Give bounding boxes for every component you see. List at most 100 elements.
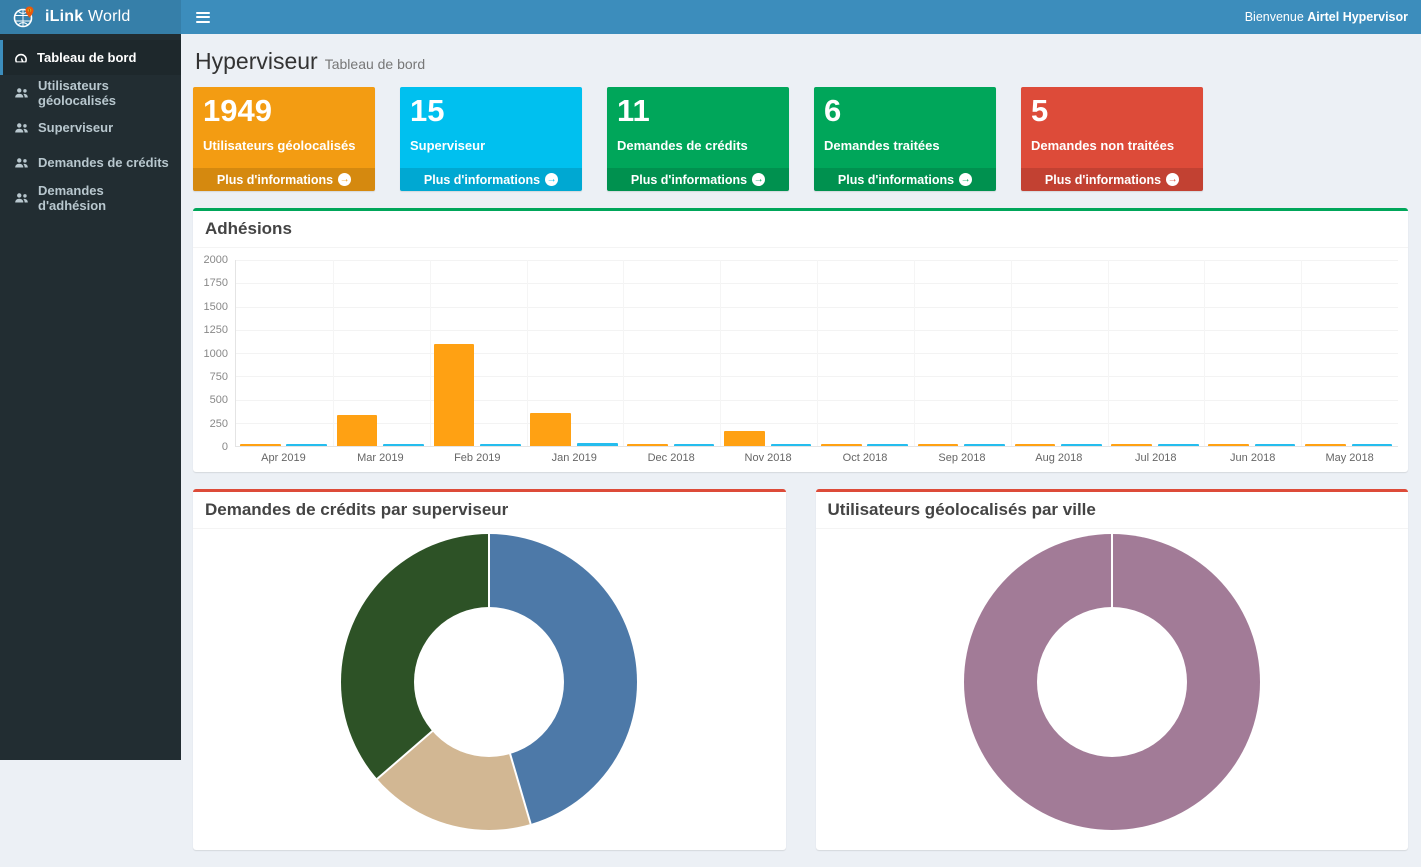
sidebar-toggle-button[interactable] [181,0,225,34]
chart-bar-adhesions-serie-orange [337,415,378,446]
chart-bar-adhesions-serie-bleue [964,444,1005,446]
chart-bar-adhesions-serie-bleue [1061,444,1102,446]
info-box-value: 6 [824,92,986,130]
main-content: HyperviseurTableau de bord 1949Utilisate… [181,0,1421,867]
chart-bar-adhesions-serie-bleue [1158,444,1199,446]
bar-group-mar-2019 [333,260,430,446]
x-tick-label: Jun 2018 [1204,452,1301,464]
chart-bar-adhesions-serie-bleue [771,444,812,446]
arrow-circle-right-icon: → [752,173,765,186]
sidebar: Tableau de bord Utilisateurs géolocalisés… [0,34,181,760]
more-info-label: Plus d'informations [217,173,333,187]
sidebar-item-label: Tableau de bord [37,50,136,65]
donut-slice-separator [488,534,490,682]
info-box-label: Superviseur [410,138,572,153]
chart-bar-adhesions-serie-orange [918,444,959,446]
chart-bar-adhesions-serie-orange [724,431,765,446]
bar-group-jun-2018 [1204,260,1301,446]
bar-group-aug-2018 [1011,260,1108,446]
sidebar-item-demandes-d-adh-sion[interactable]: Demandes d'adhésion [0,180,181,215]
more-info-link[interactable]: Plus d'informations→ [814,168,996,191]
info-box-value: 5 [1031,92,1193,130]
v-gridline [333,260,334,446]
y-tick-label: 250 [210,418,228,430]
donut-slice-separator [488,682,532,825]
info-box-label: Demandes non traitées [1031,138,1193,153]
credits-by-supervisor-card: Demandes de crédits par superviseur [193,489,786,850]
chart-bar-adhesions-serie-orange [821,444,862,446]
y-tick-label: 1000 [204,348,228,360]
users-by-city-card: Utilisateurs géolocalisés par ville [816,489,1409,850]
more-info-link[interactable]: Plus d'informations→ [607,168,789,191]
y-tick-label: 0 [222,441,228,453]
info-box-demandes-non-trait-es: 5 Demandes non traitées Plus d'information… [1021,87,1203,191]
sidebar-item-superviseur[interactable]: Superviseur [0,110,181,145]
users-icon [14,87,29,99]
bar-group-jul-2018 [1108,260,1205,446]
sidebar-item-label: Superviseur [38,120,113,135]
info-boxes-row: 1949Utilisateurs géolocalisésPlus d'info… [193,87,1408,191]
v-gridline [720,260,721,446]
y-tick-label: 1750 [204,277,228,289]
chart-bar-adhesions-serie-bleue [577,443,618,446]
x-tick-label: Apr 2019 [235,452,332,464]
info-box-value: 11 [617,92,779,130]
chart-bar-adhesions-serie-orange [1111,444,1152,446]
more-info-link[interactable]: Plus d'informations→ [1021,168,1203,191]
brand-logo[interactable]: $ iLink World [0,0,181,34]
plot-area [235,260,1398,447]
navbar: Bienvenue Airtel Hypervisor [181,0,1421,34]
globe-pin-logo-icon: $ [12,5,36,29]
chart-bar-adhesions-serie-bleue [674,444,715,446]
chart-bar-adhesions-serie-orange [1305,444,1346,446]
chart-bar-adhesions-serie-orange [627,444,668,446]
sidebar-item-label: Demandes d'adhésion [38,183,173,213]
bar-group-apr-2019 [236,260,333,446]
x-tick-label: Jan 2019 [526,452,623,464]
chart-bar-adhesions-serie-bleue [480,444,521,446]
credits-by-supervisor-donut-chart [341,534,637,830]
x-tick-label: Dec 2018 [623,452,720,464]
bar-group-jan-2019 [527,260,624,446]
y-tick-label: 1500 [204,301,228,313]
adhesions-bar-chart: 025050075010001250150017502000 Apr 2019M… [193,248,1408,472]
chart-bar-adhesions-serie-orange [434,344,475,446]
sidebar-item-demandes-de-cr-dits[interactable]: Demandes de crédits [0,145,181,180]
more-info-link[interactable]: Plus d'informations→ [400,168,582,191]
top-navbar: $ iLink World Bienvenue Airtel Hyperviso… [0,0,1421,34]
bar-group-feb-2019 [430,260,527,446]
y-tick-label: 500 [210,394,228,406]
donut-slice-separator [377,681,490,779]
arrow-circle-right-icon: → [1166,173,1179,186]
sidebar-menu: Tableau de bord Utilisateurs géolocalisés… [0,40,181,215]
info-box-demandes-de-cr-dits: 11Demandes de créditsPlus d'informations… [607,87,789,191]
more-info-link[interactable]: Plus d'informations → [193,168,375,191]
bar-group-may-2018 [1301,260,1398,446]
info-box-utilisateurs-g-olocalis-s: 1949Utilisateurs géolocalisésPlus d'info… [193,87,375,191]
page-title: HyperviseurTableau de bord [195,48,1406,75]
v-gridline [430,260,431,446]
chart-bar-adhesions-serie-bleue [1255,444,1296,446]
y-tick-label: 750 [210,371,228,383]
y-axis: 025050075010001250150017502000 [199,260,235,447]
v-gridline [527,260,528,446]
sidebar-item-utilisateurs-g-olocalis-s[interactable]: Utilisateurs géolocalisés [0,75,181,110]
v-gridline [914,260,915,446]
chart-bar-adhesions-serie-orange [1208,444,1249,446]
users-by-city-title: Utilisateurs géolocalisés par ville [816,492,1409,529]
arrow-circle-right-icon: → [338,173,351,186]
sidebar-item-tableau-de-bord[interactable]: Tableau de bord [0,40,181,75]
bar-group-sep-2018 [914,260,1011,446]
sidebar-item-label: Demandes de crédits [38,155,169,170]
donut-slice-separator [1111,534,1113,682]
v-gridline [623,260,624,446]
credits-by-supervisor-title: Demandes de crédits par superviseur [193,492,786,529]
y-tick-label: 1250 [204,324,228,336]
adhesions-chart-card: Adhésions 025050075010001250150017502000… [193,208,1408,472]
info-box-label: Demandes traitées [824,138,986,153]
chart-bar-adhesions-serie-orange [1015,444,1056,446]
bar-group-dec-2018 [623,260,720,446]
x-tick-label: Aug 2018 [1010,452,1107,464]
v-gridline [1108,260,1109,446]
svg-text:$: $ [29,8,31,12]
